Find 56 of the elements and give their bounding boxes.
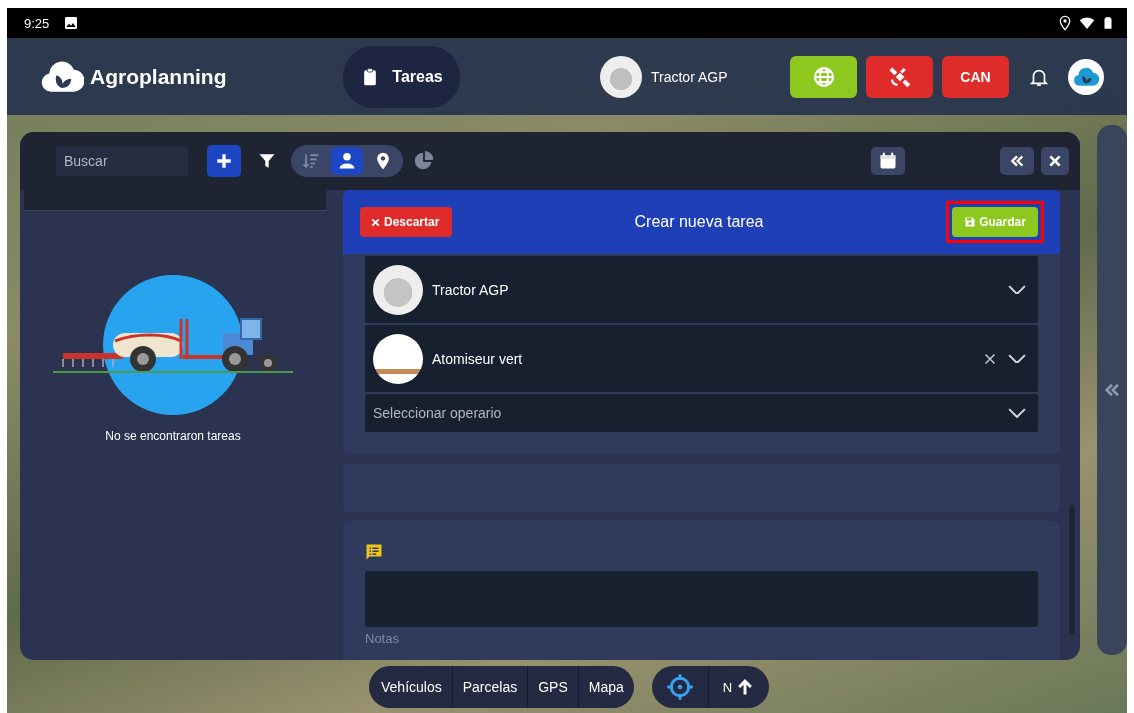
operator-select[interactable]: Seleccionar operario [365,394,1038,432]
collapse-button[interactable] [1000,147,1034,175]
can-status-button[interactable]: CAN [942,55,1009,98]
side-panel-handle[interactable] [1097,125,1127,655]
note-icon [365,543,383,561]
filter-icon [257,151,277,171]
close-button[interactable] [1041,147,1069,175]
person-view-button[interactable] [331,147,363,175]
crosshair-icon [665,673,694,701]
double-chevron-left-icon [1103,381,1121,399]
nav-tab[interactable]: Parcelas [451,666,528,708]
nav-tab[interactable]: Mapa [577,666,634,708]
scrollbar[interactable] [1069,505,1075,635]
implement-photo [373,333,423,384]
calendar-icon [878,151,898,171]
vehicle-name: Tractor AGP [651,68,728,85]
close-icon [1047,153,1063,169]
image-icon [63,15,80,31]
chevron-down-icon [1008,284,1026,295]
profile-avatar[interactable] [1068,58,1104,95]
add-button[interactable] [207,145,241,177]
double-chevron-left-icon [1009,153,1025,169]
nav-tab[interactable]: Vehículos [369,666,452,708]
notes-label: Notas [365,631,399,646]
chevron-down-icon [1008,353,1026,364]
compass-button[interactable]: N [707,666,770,708]
calendar-button[interactable] [871,147,905,175]
location-icon [1057,15,1073,31]
stats-button[interactable] [413,150,435,172]
save-icon [964,216,977,228]
tractor-photo [373,264,423,315]
globe-status-button[interactable] [790,55,857,98]
nav-tab[interactable]: GPS [527,666,578,708]
select-placeholder: Seleccionar operario [373,405,503,421]
chevron-down-icon [1008,408,1026,418]
logo-text: Agroplanning [90,64,227,89]
globe-icon [811,64,836,89]
form-title: Crear nueva tarea [633,213,765,231]
notes-field[interactable] [365,571,1038,627]
selected-value: Tractor AGP [432,281,510,298]
sort-icon [301,151,321,171]
plus-icon [214,151,234,171]
clock-text: 9:25 [24,15,50,31]
implement-select[interactable]: Atomiseur vert [365,325,1038,392]
vehicle-select[interactable]: Tractor AGP [365,256,1038,323]
pie-chart-icon [413,150,435,172]
close-icon [370,216,381,228]
satellite-status-button[interactable] [866,55,933,98]
selected-value: Atomiseur vert [432,350,524,367]
empty-message: No se encontraron tareas [105,429,241,443]
tasks-button[interactable]: Tareas [343,45,460,108]
wifi-icon [1079,15,1095,31]
vehicle-avatar [600,55,642,98]
search-field[interactable]: Buscar [56,146,188,176]
person-icon [337,151,357,171]
discard-button[interactable]: Descartar [360,207,452,237]
